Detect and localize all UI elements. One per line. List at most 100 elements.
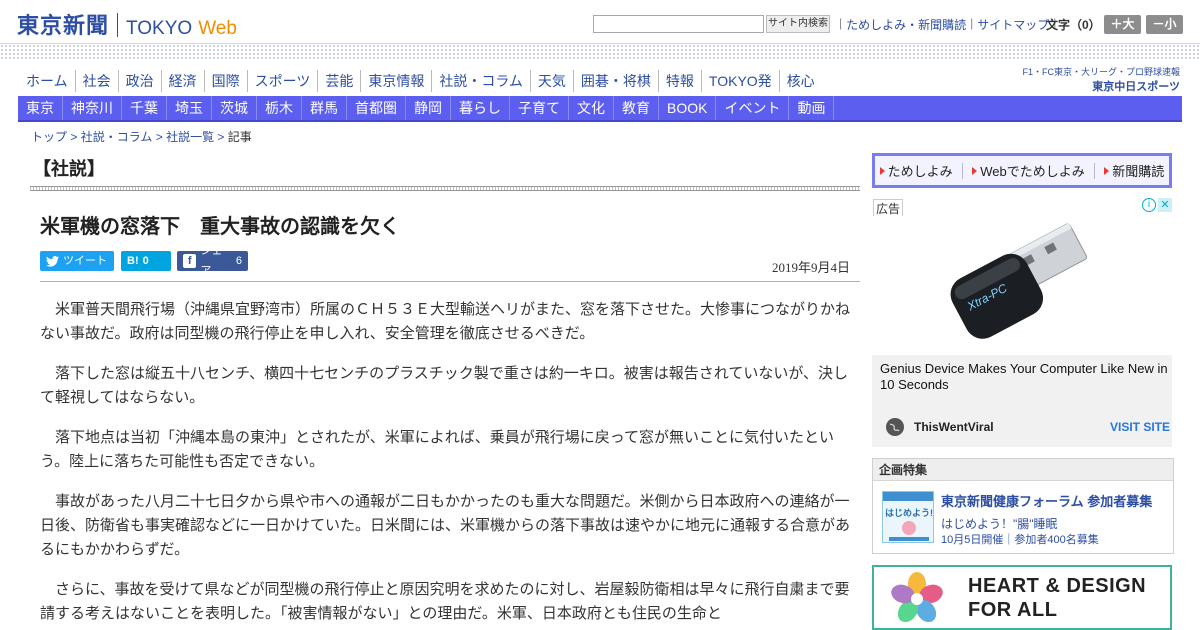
feature-heading: 企画特集: [873, 459, 1173, 481]
region-nav-item[interactable]: 群馬: [302, 96, 347, 120]
main-nav-item[interactable]: 社会: [74, 70, 118, 92]
ad-image[interactable]: Xtra-PC: [872, 216, 1172, 352]
region-nav-item[interactable]: 動画: [789, 96, 835, 120]
heart-design-banner[interactable]: HEART & DESIGN FOR ALL: [872, 565, 1172, 630]
article-paragraph: さらに、事故を受けて県などが同型機の飛行停止と原因究明を求めたのに対し、岩屋毅防…: [40, 581, 850, 622]
section-title: 【社説】: [33, 159, 105, 179]
main-nav-item[interactable]: ホーム: [18, 70, 75, 92]
region-nav-item[interactable]: 静岡: [406, 96, 451, 120]
triangle-bullet-icon: [1104, 166, 1110, 175]
facebook-share-button[interactable]: f シェア 6: [177, 245, 248, 277]
region-nav-item[interactable]: 千葉: [122, 96, 167, 120]
main-nav-item[interactable]: 国際: [203, 70, 247, 92]
feature-thumbnail[interactable]: はじめよう!: [882, 491, 934, 543]
main-nav-item[interactable]: 経済: [160, 70, 204, 92]
main-nav-item[interactable]: TOKYO発: [700, 70, 779, 92]
site-logo[interactable]: 東京新聞 TOKYO Web: [17, 8, 237, 40]
main-nav: ホーム 社会 政治 経済 国際 スポーツ 芸能 東京情報 社説・コラム 天気 囲碁・将棋 特報 TOKY…: [18, 70, 822, 92]
trial-reading-link[interactable]: ためしよみ: [879, 161, 953, 180]
hatena-count: 0: [142, 255, 149, 267]
newspaper-subscribe-label: 新聞購読: [1112, 164, 1165, 179]
region-nav-item[interactable]: 首都圏: [347, 96, 406, 120]
breadcrumb-column[interactable]: 社説・コラム: [81, 130, 153, 144]
logo-kanji: 東京新聞: [17, 13, 110, 39]
utility-links: | ためしよみ・新聞購読 | サイトマップ |: [835, 16, 1060, 33]
article-body: 米軍普天間飛行場（沖縄県宜野湾市）所属のＣＨ５３Ｅ大型輸送ヘリがまた、窓を落下さ…: [40, 298, 850, 630]
tweet-label: ツイート: [63, 255, 107, 267]
article-paragraph: 米軍普天間飛行場（沖縄県宜野湾市）所属のＣＨ５３Ｅ大型輸送ヘリがまた、窓を落下さ…: [40, 301, 851, 342]
region-nav-item[interactable]: 神奈川: [63, 96, 122, 120]
breadcrumb-top[interactable]: トップ: [31, 130, 67, 144]
breadcrumb-editorial-list[interactable]: 社説一覧: [166, 130, 214, 144]
tweet-button[interactable]: ツイート: [40, 251, 114, 271]
adchoices-icon[interactable]: i: [1142, 198, 1156, 212]
newspaper-subscribe-link[interactable]: 新聞購読: [1104, 161, 1164, 180]
hatena-icon: B!: [127, 255, 139, 267]
triangle-bullet-icon: [879, 166, 885, 175]
usb-drive-illustration: Xtra-PC: [950, 222, 1087, 339]
ad-visit-site-button[interactable]: VISIT SITE: [1110, 420, 1170, 434]
region-nav-item[interactable]: 教育: [614, 96, 659, 120]
chunichi-sports-link[interactable]: F1・FC東京・大リーグ・プロ野球速報 東京中日スポーツ: [1022, 65, 1180, 93]
breadcrumb: トップ > 社説・コラム > 社説一覧 > 記事: [31, 128, 252, 145]
util-separator: |: [970, 16, 974, 30]
header-dotted-band: [0, 43, 1200, 61]
flower-logo-icon: [891, 572, 943, 623]
region-nav-item[interactable]: 東京: [18, 96, 63, 120]
chunichi-logo: 東京中日スポーツ: [1092, 81, 1180, 93]
logo-web: Web: [198, 18, 237, 39]
main-nav-item[interactable]: 特報: [657, 70, 701, 92]
util-link-subscribe[interactable]: ためしよみ・新聞購読: [846, 16, 966, 33]
banner-title-line2: FOR ALL: [968, 599, 1058, 621]
main-nav-item[interactable]: 核心: [778, 70, 822, 92]
twitter-bird-icon: [46, 255, 59, 267]
util-separator: |: [839, 16, 843, 30]
web-trial-reading-link[interactable]: Webでためしよみ: [972, 161, 1085, 180]
main-nav-item[interactable]: 囲碁・将棋: [572, 70, 658, 92]
site-search-button[interactable]: サイト内検索: [766, 15, 830, 33]
region-nav-item[interactable]: 茨城: [212, 96, 257, 120]
feature-title-link[interactable]: 東京新聞健康フォーラム 参加者募集: [941, 491, 1152, 510]
ad-close-icon[interactable]: ✕: [1158, 198, 1172, 212]
facebook-share-label: シェア: [200, 245, 223, 277]
breadcrumb-current: 記事: [227, 130, 252, 144]
region-nav-item[interactable]: 栃木: [257, 96, 302, 120]
feature-date[interactable]: 10月5日開催｜参加者400名募集: [941, 531, 1099, 547]
facebook-icon: f: [183, 254, 197, 268]
section-divider: [30, 186, 860, 191]
logo-tokyo: TOKYO: [126, 18, 193, 39]
article-headline: 米軍機の窓落下 重大事故の認識を欠く: [40, 216, 400, 238]
region-nav-item[interactable]: BOOK: [659, 96, 717, 120]
site-search-input[interactable]: [593, 15, 764, 33]
font-size-decrease-button[interactable]: －小: [1146, 15, 1183, 34]
util-link-sitemap[interactable]: サイトマップ: [977, 16, 1049, 33]
article-paragraph: 事故があった八月二十七日夕から県や市への通報が二日もかかったのも重大な問題だ。米…: [40, 493, 851, 558]
region-nav-item[interactable]: 子育て: [510, 96, 569, 120]
main-nav-item[interactable]: 芸能: [317, 70, 360, 92]
feature-subtitle[interactable]: はじめよう！"腸"睡眠: [941, 515, 1058, 532]
font-size-increase-button[interactable]: ＋大: [1104, 15, 1141, 34]
breadcrumb-separator: >: [70, 130, 78, 144]
region-nav: 東京 神奈川 千葉 埼玉 茨城 栃木 群馬 首都圏 静岡 暮らし 子育て 文化 教育 BOOK イベント 動画: [18, 96, 1182, 122]
main-nav-item[interactable]: スポーツ: [246, 70, 318, 92]
main-nav-item[interactable]: 政治: [117, 70, 161, 92]
banner-title-line1: HEART & DESIGN: [968, 575, 1147, 597]
main-nav-item[interactable]: 社説・コラム: [431, 70, 530, 92]
region-nav-item[interactable]: 埼玉: [167, 96, 212, 120]
chunichi-tagline: F1・FC東京・大リーグ・プロ野球速報: [1022, 67, 1180, 77]
globe-icon: [886, 418, 904, 436]
subscription-links: ためしよみ Webでためしよみ 新聞購読: [875, 156, 1169, 185]
ad-headline[interactable]: Genius Device Makes Your Computer Like N…: [880, 361, 1168, 393]
article-paragraph: 落下地点は当初「沖縄本島の東沖」とされたが、米軍によれば、乗員が飛行場に戻って窓…: [40, 429, 834, 470]
ad-text-box[interactable]: Genius Device Makes Your Computer Like N…: [872, 355, 1172, 447]
hatena-bookmark-button[interactable]: B! 0: [121, 251, 171, 271]
subscription-box: ためしよみ Webでためしよみ 新聞購読: [872, 153, 1172, 188]
main-nav-item[interactable]: 天気: [529, 70, 573, 92]
web-trial-reading-label: Webでためしよみ: [980, 164, 1085, 179]
region-nav-item[interactable]: イベント: [716, 96, 790, 120]
region-nav-item[interactable]: 暮らし: [451, 96, 510, 120]
breadcrumb-separator: >: [155, 130, 163, 144]
region-nav-item[interactable]: 文化: [569, 96, 614, 120]
main-nav-item[interactable]: 東京情報: [360, 70, 431, 92]
facebook-share-count: 6: [235, 255, 242, 267]
